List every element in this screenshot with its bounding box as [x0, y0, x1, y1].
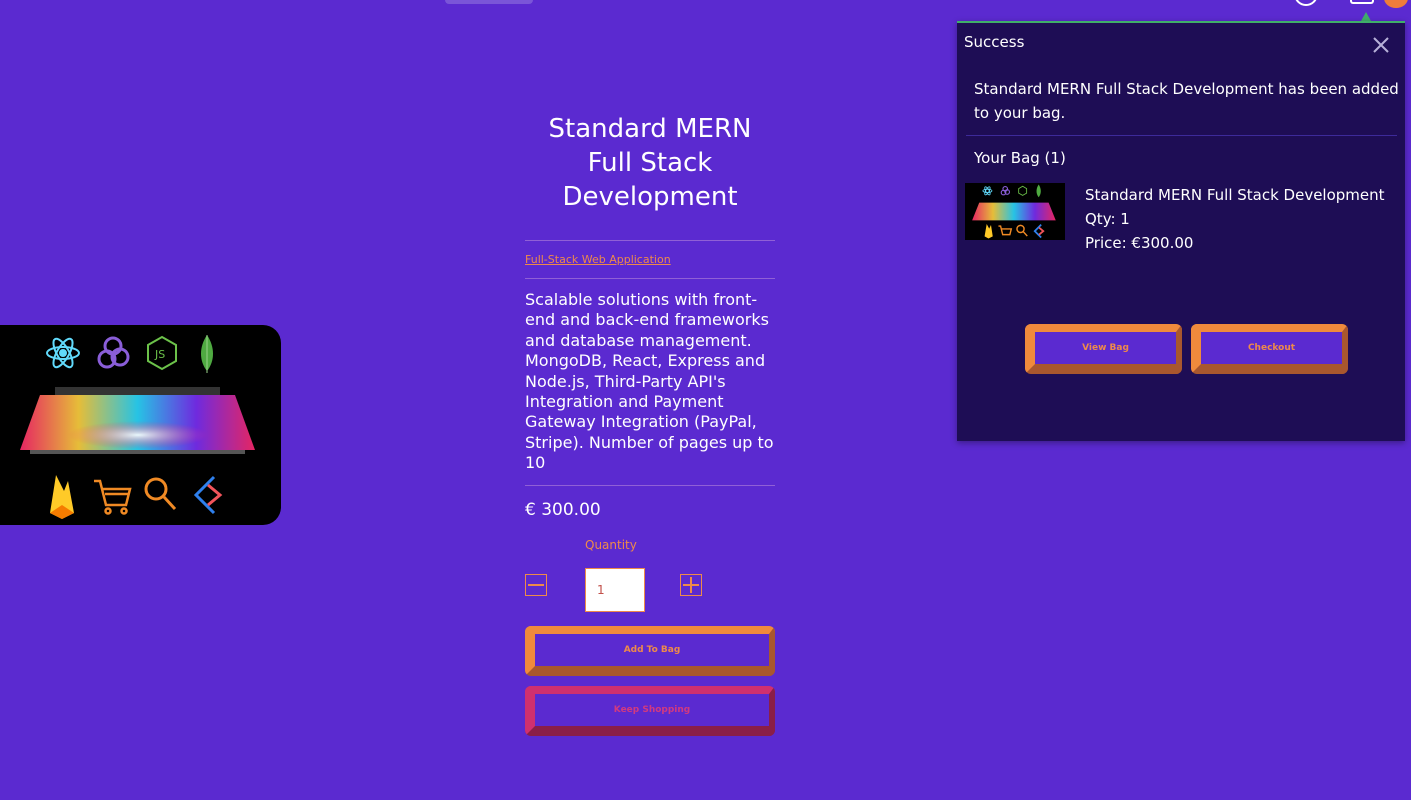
close-icon[interactable]	[1371, 35, 1391, 55]
product-description: Scalable solutions with front-end and ba…	[525, 290, 774, 473]
avatar[interactable]	[1384, 0, 1408, 8]
product-image: JS	[0, 325, 281, 525]
nodejs-icon: JS	[147, 335, 177, 371]
laptop-illustration	[20, 387, 255, 454]
product-price: € 300.00	[525, 499, 601, 520]
popup-title: Success	[964, 33, 1025, 51]
popup-pointer	[1361, 12, 1371, 21]
quantity-label: Quantity	[585, 537, 637, 552]
plus-icon[interactable]	[680, 573, 702, 596]
api-icon	[193, 475, 223, 515]
divider	[525, 484, 775, 486]
react-icon	[46, 337, 80, 369]
account-icon[interactable]	[1294, 0, 1318, 6]
divider	[966, 135, 1397, 136]
bag-icon[interactable]	[1350, 0, 1374, 4]
magnifier-icon	[144, 477, 177, 511]
redux-icon	[97, 336, 130, 369]
firebase-icon	[50, 475, 74, 519]
keep-shopping-button[interactable]: Keep Shopping	[525, 685, 775, 736]
checkout-button[interactable]: Checkout	[1191, 324, 1348, 374]
divider	[525, 240, 775, 241]
quantity-input[interactable]	[585, 567, 645, 612]
svg-text:JS: JS	[154, 348, 165, 361]
header-stub	[445, 0, 533, 4]
cart-icon	[94, 479, 132, 515]
divider	[525, 278, 775, 279]
bag-item-info: Standard MERN Full Stack Development Qty…	[1085, 183, 1385, 255]
product-title: Standard MERN Full Stack Development	[548, 114, 752, 212]
popup-message: Standard MERN Full Stack Development has…	[974, 80, 1399, 122]
bag-item-thumbnail	[965, 183, 1065, 240]
bag-item-name: Standard MERN Full Stack Development	[1085, 186, 1385, 204]
category-link[interactable]: Full-Stack Web Application	[525, 253, 775, 266]
view-bag-button[interactable]: View Bag	[1025, 324, 1182, 374]
bag-item-qty: Qty: 1	[1085, 210, 1130, 228]
quantity-stepper	[525, 567, 775, 614]
product-details: Standard MERN Full Stack Development Ful…	[525, 112, 775, 736]
bag-title: Your Bag (1)	[974, 149, 1066, 167]
mongodb-icon	[201, 335, 213, 373]
minus-icon[interactable]	[525, 573, 547, 596]
success-popup: Success Standard MERN Full Stack Develop…	[957, 21, 1405, 441]
add-to-bag-button[interactable]: Add To Bag	[525, 625, 775, 676]
bag-item-price: Price: €300.00	[1085, 234, 1194, 252]
